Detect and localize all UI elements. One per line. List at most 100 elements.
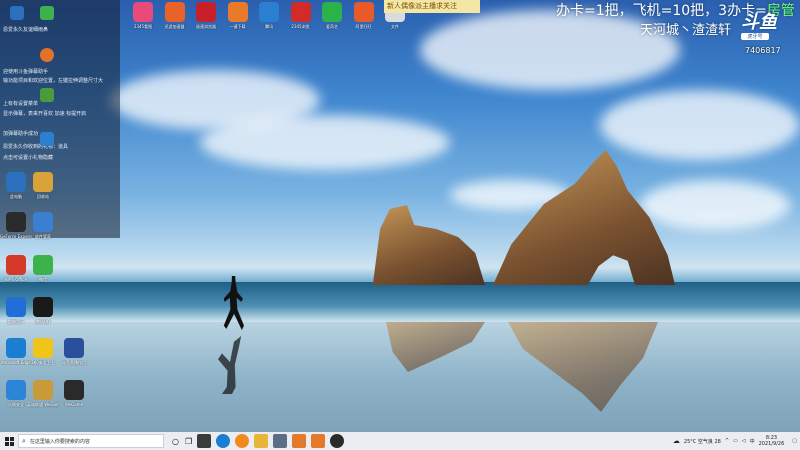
sea xyxy=(0,282,800,322)
cloud xyxy=(640,180,790,230)
app-icon xyxy=(64,380,84,400)
app-icon[interactable] xyxy=(40,48,54,62)
desktop-icon-label: 文件 xyxy=(391,24,399,29)
app-icon xyxy=(33,338,53,358)
app-icon[interactable] xyxy=(330,434,345,448)
store-icon[interactable] xyxy=(197,434,212,448)
taskbar-search-box[interactable]: ⌕ 在这里输入你要搜索的内容 xyxy=(18,434,164,448)
logo-mark: 斗鱼 xyxy=(741,12,777,33)
cortana-icon[interactable]: ○ xyxy=(172,437,179,446)
start-button[interactable] xyxy=(0,432,18,450)
platform-logo: 斗鱼 虎牙号 xyxy=(741,13,785,43)
app-icon xyxy=(259,2,279,22)
desktop-icon-label: 阿里旺旺 xyxy=(355,24,372,29)
desktop-icon[interactable]: 斗鱼直播伴侣 xyxy=(58,338,90,366)
app-icon xyxy=(6,212,26,232)
app-icon[interactable] xyxy=(40,6,54,20)
desktop-icon[interactable]: 2345浏览 xyxy=(285,2,317,30)
streamer-ticker: 新人偶像派主播求关注 xyxy=(384,0,480,13)
desktop-icon-label: WeGame xyxy=(64,402,84,407)
input-method-indicator[interactable]: 中 xyxy=(750,438,755,445)
desktop-icon[interactable]: 微信 xyxy=(27,255,59,283)
desktop-icon[interactable]: 一键下载 xyxy=(222,2,254,30)
desktop-icon-label: 2345浏览 xyxy=(291,24,310,29)
app-icon xyxy=(33,380,53,400)
desktop-icon-label: 极速浏览器 xyxy=(196,24,216,29)
danmaku-assistant-panel[interactable]: 恩爱永久友谊细雨鼻 迎使用斗鱼弹幕助手 输功能项目和欢迎位置，左键拉伸调整尺寸大… xyxy=(0,0,120,238)
cloud xyxy=(200,115,450,170)
desktop-icon[interactable]: 360安全卫士 xyxy=(27,338,59,366)
windows-icon xyxy=(4,436,14,446)
desktop-icon-label: 腾讯QQ xyxy=(35,319,51,324)
taskbar: ⌕ 在这里输入你要搜索的内容 ○ ❐ ☁ 25°C 空气良 28 ^ ▭ ◁ 中… xyxy=(0,432,800,450)
logo-tag: 虎牙号 xyxy=(741,33,769,40)
panel-line: 上有有设置菜单 xyxy=(3,101,39,107)
desktop-icon-label: 360安全卫士 xyxy=(31,360,55,365)
app-icon xyxy=(6,172,26,192)
desktop-icon-label: 2345看图 xyxy=(133,24,153,29)
panel-line: 显示弹幕，表来开喜欢 加速 标提开启 xyxy=(3,111,87,117)
desktop-icon-label: 英雄联盟 WeGame xyxy=(27,402,59,407)
edge-icon[interactable] xyxy=(216,434,231,448)
desktop-icon[interactable]: 极速浏览器 xyxy=(190,2,222,30)
desktop-icon[interactable]: 迅游加速器 xyxy=(159,2,191,30)
desktop-icon-label: 微信 xyxy=(39,277,47,282)
desktop-wallpaper xyxy=(0,0,800,432)
desktop-icon[interactable]: 英雄联盟 WeGame xyxy=(27,380,59,408)
room-id: 7406817 xyxy=(745,46,781,55)
app-icon[interactable] xyxy=(273,434,288,448)
cloud xyxy=(600,90,800,160)
app-icon[interactable] xyxy=(40,88,54,102)
network-icon[interactable]: ▭ xyxy=(733,438,738,444)
clock[interactable]: 8:23 2021/9/26 xyxy=(759,435,785,447)
search-icon: ⌕ xyxy=(22,436,26,445)
app-icon xyxy=(196,2,216,22)
clock-date: 2021/9/26 xyxy=(758,441,785,447)
search-placeholder: 在这里输入你要搜索的内容 xyxy=(29,438,90,445)
app-icon xyxy=(33,297,53,317)
app-icon xyxy=(6,255,26,275)
rock-right xyxy=(493,150,675,285)
desktop-icon-label: 迅游加速器 xyxy=(164,24,185,29)
weather-text[interactable]: 25°C 空气良 28 xyxy=(684,438,721,445)
desktop-icon[interactable]: WeGame xyxy=(58,380,90,407)
desktop-icon[interactable]: 软件管家 xyxy=(27,212,59,240)
app-icon xyxy=(164,2,185,22)
panel-line: 恩爱永久你收到的礼物：道具 xyxy=(3,144,69,150)
desktop-icon[interactable]: 2345看图 xyxy=(127,2,159,30)
app-icon xyxy=(6,380,26,400)
panel-line: 迎使用斗鱼弹幕助手 xyxy=(3,69,49,75)
task-view-icon[interactable]: ❐ xyxy=(185,437,192,446)
app-icon xyxy=(322,2,342,22)
file-explorer-icon[interactable] xyxy=(254,434,269,448)
chevron-up-icon[interactable]: ^ xyxy=(725,438,729,444)
panel-line: 恩爱永久友谊细雨鼻 xyxy=(3,27,49,33)
app-icon[interactable] xyxy=(10,6,24,20)
app-icon xyxy=(33,172,53,192)
desktop-icon[interactable]: 腾讯 xyxy=(253,2,285,30)
desktop-icon-label: 腾讯 xyxy=(265,24,273,29)
desktop-icon[interactable]: 回收站 xyxy=(27,172,59,200)
app-icon[interactable] xyxy=(40,132,54,146)
rock-left xyxy=(372,205,485,285)
panel-line: 点击可设置小礼物隐藏 xyxy=(3,155,54,161)
desktop-icon-label: 爱奇艺 xyxy=(326,24,338,29)
app-icon[interactable] xyxy=(311,434,326,448)
desktop-icon[interactable]: 爱奇艺 xyxy=(316,2,348,30)
volume-icon[interactable]: ◁ xyxy=(742,438,746,444)
banner-prefix: 办卡=1把，飞机=10把，3办卡= xyxy=(556,3,767,19)
desktop-icon[interactable]: 阿里旺旺 xyxy=(348,2,380,30)
app-icon xyxy=(133,2,153,22)
app-icon xyxy=(33,255,53,275)
notification-icon[interactable]: ▢ xyxy=(792,438,797,444)
system-tray: ☁ 25°C 空气良 28 ^ ▭ ◁ 中 8:23 2021/9/26 ▢ xyxy=(673,432,800,450)
app-icon xyxy=(6,297,26,317)
app-icon[interactable] xyxy=(292,434,307,448)
desktop-icon-label: 回收站 xyxy=(37,194,49,199)
panel-line: 输功能项目和欢迎位置，左键拉伸调整尺寸大 xyxy=(3,78,104,84)
desktop-icon[interactable]: 腾讯QQ xyxy=(27,297,59,325)
desktop-icon-label: 斗鱼直播伴侣 xyxy=(62,360,86,365)
app-icon xyxy=(227,2,248,22)
browser-icon[interactable] xyxy=(235,434,250,448)
app-icon xyxy=(6,338,26,358)
